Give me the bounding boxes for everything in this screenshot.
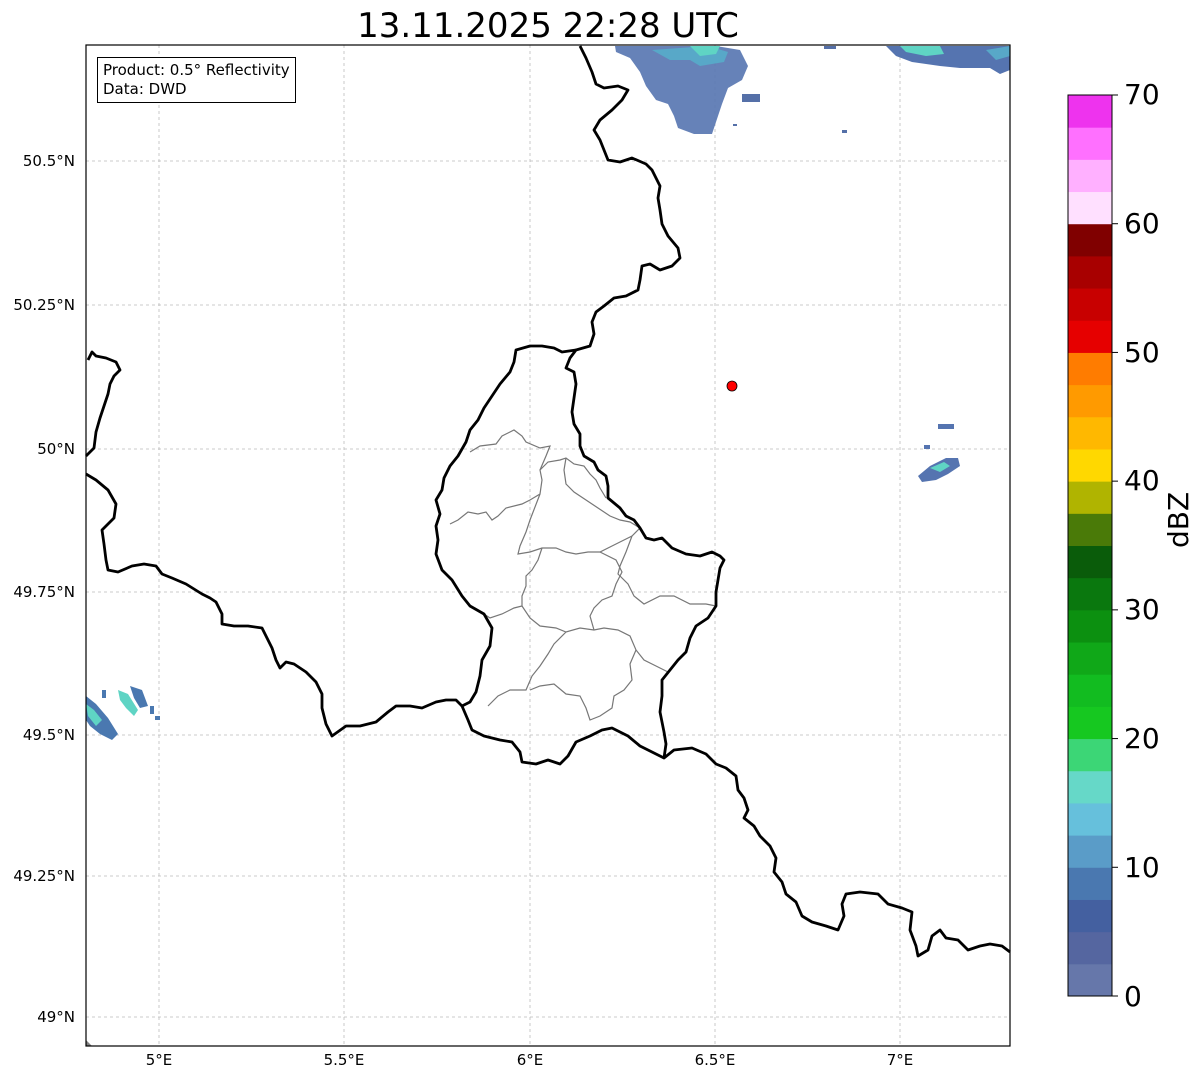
info-product: Product: 0.5° Reflectivity [103,61,290,79]
colorbar-segment [1068,577,1112,611]
colorbar-segment [1068,867,1112,900]
colorbar-segment [1068,738,1112,772]
colorbar-segment [1068,931,1112,965]
colorbar-segment [1068,835,1112,868]
colorbar [1067,94,1118,997]
lat-label-50-25: 50.25°N [13,296,75,314]
colorbar-segment [1068,320,1112,353]
colorbar-segment [1068,95,1112,128]
info-box: Product: 0.5° Reflectivity Data: DWD [97,57,296,103]
radar-echo-west [86,686,160,1046]
radar-echo-north [615,46,847,134]
colorbar-segment [1068,223,1112,257]
lat-label-49-75: 49.75°N [13,583,75,601]
lat-label-49-25: 49.25°N [13,867,75,885]
colorbar-tick-70: 70 [1124,78,1160,111]
colorbar-segment [1068,288,1112,321]
colorbar-segment [1068,642,1112,675]
colorbar-segment [1068,545,1112,579]
lon-label-5-5: 5.5°E [323,1051,365,1069]
plot-frame [85,44,1011,1047]
colorbar-tick-50: 50 [1124,336,1160,369]
radar-map [85,44,1118,1047]
lon-label-6-5: 6.5°E [694,1051,736,1069]
info-data-source: Data: DWD [103,80,187,98]
colorbar-segment [1068,191,1112,225]
colorbar-tick-20: 20 [1124,722,1160,755]
radar-echo-east [918,424,960,482]
colorbar-segment [1068,609,1112,643]
lon-label-6: 6°E [516,1051,544,1069]
colorbar-segment [1068,481,1112,514]
lat-label-50-5: 50.5°N [22,152,75,170]
location-marker [726,380,738,392]
colorbar-segment [1068,802,1112,836]
lat-label-49-5: 49.5°N [22,726,75,744]
colorbar-tick-0: 0 [1124,980,1142,1013]
lon-label-7: 7°E [886,1051,914,1069]
national-borders [85,45,1011,958]
colorbar-tick-10: 10 [1124,851,1160,884]
colorbar-segment [1068,899,1112,933]
lon-label-5: 5°E [145,1051,173,1069]
colorbar-segment [1068,384,1112,418]
colorbar-segment [1068,674,1112,707]
colorbar-tick-40: 40 [1124,464,1160,497]
colorbar-segment [1068,416,1112,450]
gridlines [86,45,1010,1046]
lat-label-50: 50°N [37,440,75,458]
colorbar-segment [1068,963,1112,997]
colorbar-segment [1068,255,1112,289]
lat-label-49: 49°N [37,1008,75,1026]
colorbar-title: dBZ [1162,491,1195,548]
colorbar-segment [1068,513,1112,546]
colorbar-tick-30: 30 [1124,593,1160,626]
colorbar-segment [1068,448,1112,482]
colorbar-segment [1068,159,1112,193]
radar-echoes [86,46,1010,1046]
colorbar-tick-60: 60 [1124,207,1160,240]
radar-echo-northeast [886,46,1010,74]
colorbar-segment [1068,706,1112,740]
canton-boundaries [449,429,717,721]
colorbar-segment [1068,127,1112,160]
colorbar-segment [1068,352,1112,386]
colorbar-segment [1068,770,1112,804]
